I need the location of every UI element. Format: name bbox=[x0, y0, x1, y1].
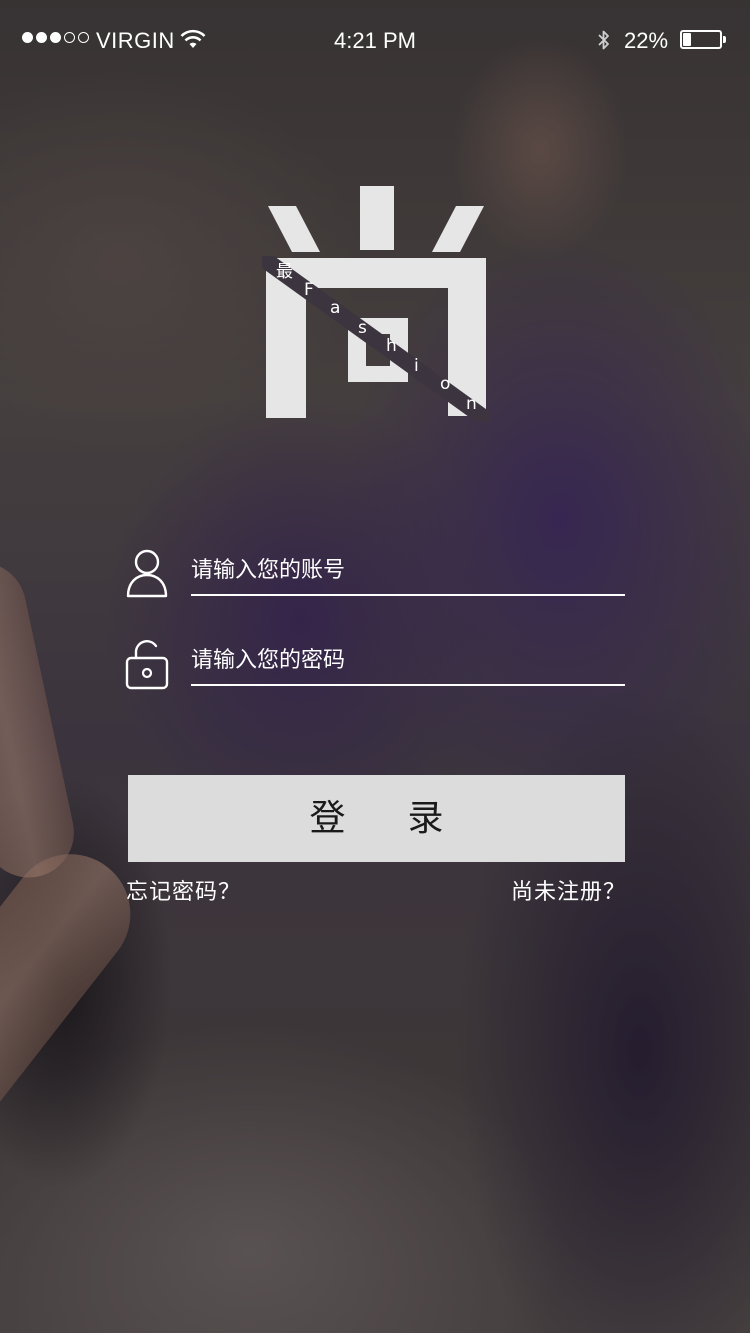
bluetooth-icon bbox=[598, 30, 609, 50]
logo-letter: a bbox=[330, 298, 341, 318]
lock-icon bbox=[125, 640, 169, 690]
account-placeholder: 请输入您的账号 bbox=[191, 558, 346, 583]
password-placeholder: 请输入您的密码 bbox=[191, 648, 346, 673]
logo-letter: h bbox=[386, 336, 397, 356]
battery-tip bbox=[723, 36, 726, 43]
battery-icon bbox=[680, 30, 726, 49]
account-field[interactable]: 请输入您的账号 bbox=[125, 546, 625, 606]
status-bar: VIRGIN 4:21 PM 22% bbox=[0, 0, 750, 80]
account-input[interactable]: 请输入您的账号 bbox=[191, 546, 625, 596]
logo-letter: o bbox=[440, 374, 451, 394]
forgot-password-link[interactable]: 忘记密码？ bbox=[126, 874, 241, 906]
logo-letter: n bbox=[466, 394, 477, 414]
register-link[interactable]: 尚未注册？ bbox=[511, 874, 626, 906]
battery-level bbox=[683, 33, 691, 46]
battery-percent: 22% bbox=[624, 28, 669, 53]
app-logo: 最 F a s h i o n bbox=[262, 186, 490, 422]
password-input[interactable]: 请输入您的密码 bbox=[191, 636, 625, 686]
logo-character-shape bbox=[262, 186, 490, 422]
password-field[interactable]: 请输入您的密码 bbox=[125, 636, 625, 696]
logo-letter: F bbox=[304, 280, 314, 300]
login-button[interactable]: 登录 bbox=[128, 775, 625, 862]
logo-small-char: 最 bbox=[276, 262, 293, 282]
logo-letter: s bbox=[358, 318, 367, 338]
logo-letter: i bbox=[414, 356, 419, 376]
user-icon bbox=[126, 549, 168, 598]
